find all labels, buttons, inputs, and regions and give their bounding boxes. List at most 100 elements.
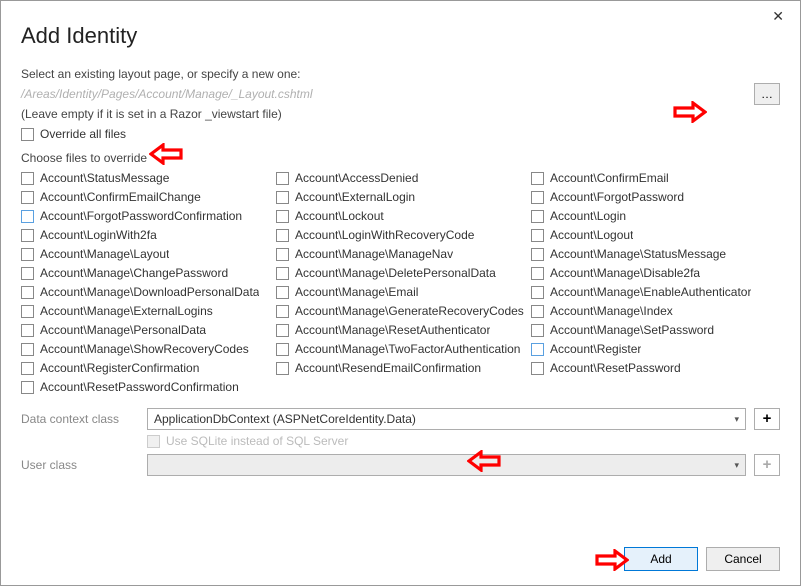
file-checkbox-row[interactable]: Account\Manage\ShowRecoveryCodes (21, 342, 270, 356)
chevron-down-icon: ▾ (734, 414, 739, 425)
file-checkbox[interactable] (21, 172, 34, 185)
file-checkbox[interactable] (276, 248, 289, 261)
file-checkbox-row[interactable]: Account\LoginWith2fa (21, 228, 270, 242)
override-all-row[interactable]: Override all files (21, 127, 780, 141)
file-checkbox[interactable] (531, 267, 544, 280)
file-label: Account\Manage\ExternalLogins (40, 304, 213, 318)
file-checkbox-row[interactable]: Account\Logout (531, 228, 780, 242)
close-button[interactable]: ✕ (766, 7, 790, 26)
file-checkbox[interactable] (21, 267, 34, 280)
file-checkbox[interactable] (276, 172, 289, 185)
add-data-context-button[interactable]: + (754, 408, 780, 430)
file-checkbox[interactable] (21, 362, 34, 375)
file-checkbox-row[interactable]: Account\ResetPasswordConfirmation (21, 380, 270, 394)
file-checkbox-row[interactable]: Account\Manage\ChangePassword (21, 266, 270, 280)
browse-button[interactable]: … (754, 83, 780, 105)
file-checkbox-row[interactable]: Account\Lockout (276, 209, 525, 223)
file-checkbox[interactable] (276, 191, 289, 204)
add-button[interactable]: Add (624, 547, 698, 571)
file-label: Account\Logout (550, 228, 633, 242)
file-checkbox-row[interactable]: Account\ResendEmailConfirmation (276, 361, 525, 375)
layout-path-input[interactable]: /Areas/Identity/Pages/Account/Manage/_La… (21, 85, 746, 103)
file-grid: Account\StatusMessage Account\AccessDenie… (21, 171, 780, 394)
file-label: Account\Register (550, 342, 641, 356)
file-checkbox[interactable] (531, 248, 544, 261)
file-checkbox-row[interactable]: Account\Manage\DownloadPersonalData (21, 285, 270, 299)
file-checkbox-row[interactable]: Account\ExternalLogin (276, 190, 525, 204)
file-label: Account\ForgotPassword (550, 190, 684, 204)
file-checkbox[interactable] (21, 229, 34, 242)
file-checkbox-row[interactable]: Account\RegisterConfirmation (21, 361, 270, 375)
file-label: Account\Login (550, 209, 626, 223)
file-checkbox-row[interactable]: Account\Manage\ResetAuthenticator (276, 323, 525, 337)
override-all-checkbox[interactable] (21, 128, 34, 141)
use-sqlite-label: Use SQLite instead of SQL Server (166, 434, 348, 448)
file-checkbox-row[interactable]: Account\Manage\TwoFactorAuthentication (276, 342, 525, 356)
file-checkbox-row[interactable]: Account\Manage\EnableAuthenticator (531, 285, 780, 299)
file-checkbox[interactable] (21, 324, 34, 337)
file-checkbox[interactable] (276, 210, 289, 223)
file-checkbox[interactable] (276, 324, 289, 337)
file-checkbox-row[interactable]: Account\Manage\SetPassword (531, 323, 780, 337)
file-label: Account\Manage\StatusMessage (550, 247, 726, 261)
file-checkbox-row[interactable]: Account\ForgotPasswordConfirmation (21, 209, 270, 223)
add-user-class-button: + (754, 454, 780, 476)
file-checkbox-row[interactable]: Account\ForgotPassword (531, 190, 780, 204)
file-checkbox-row[interactable]: Account\Manage\Index (531, 304, 780, 318)
file-checkbox-row[interactable]: Account\Manage\GenerateRecoveryCodes (276, 304, 525, 318)
layout-sub-hint: (Leave empty if it is set in a Razor _vi… (21, 107, 780, 121)
file-checkbox[interactable] (531, 286, 544, 299)
file-label: Account\Manage\DownloadPersonalData (40, 285, 259, 299)
file-checkbox[interactable] (21, 191, 34, 204)
file-checkbox-row[interactable]: Account\Manage\StatusMessage (531, 247, 780, 261)
data-context-combo[interactable]: ApplicationDbContext (ASPNetCoreIdentity… (147, 408, 746, 430)
file-checkbox[interactable] (531, 229, 544, 242)
file-checkbox-row[interactable]: Account\Login (531, 209, 780, 223)
file-checkbox-row[interactable]: Account\Manage\Layout (21, 247, 270, 261)
file-label: Account\AccessDenied (295, 171, 418, 185)
file-checkbox-row[interactable]: Account\Manage\PersonalData (21, 323, 270, 337)
cancel-button[interactable]: Cancel (706, 547, 780, 571)
file-checkbox-row[interactable]: Account\AccessDenied (276, 171, 525, 185)
file-checkbox-row[interactable]: Account\ConfirmEmail (531, 171, 780, 185)
file-checkbox-row[interactable]: Account\StatusMessage (21, 171, 270, 185)
file-checkbox[interactable] (21, 210, 34, 223)
file-checkbox-row[interactable]: Account\LoginWithRecoveryCode (276, 228, 525, 242)
file-checkbox[interactable] (21, 305, 34, 318)
file-label: Account\Manage\Email (295, 285, 418, 299)
file-label: Account\Manage\TwoFactorAuthentication (295, 342, 520, 356)
file-checkbox[interactable] (531, 172, 544, 185)
file-checkbox[interactable] (276, 229, 289, 242)
file-checkbox[interactable] (531, 343, 544, 356)
file-checkbox-row[interactable]: Account\Manage\DeletePersonalData (276, 266, 525, 280)
file-checkbox[interactable] (21, 381, 34, 394)
file-checkbox-row[interactable]: Account\Manage\Email (276, 285, 525, 299)
file-checkbox-row[interactable]: Account\ConfirmEmailChange (21, 190, 270, 204)
file-checkbox[interactable] (276, 343, 289, 356)
choose-files-label: Choose files to override (21, 151, 780, 165)
file-checkbox[interactable] (531, 191, 544, 204)
use-sqlite-row: Use SQLite instead of SQL Server (147, 434, 746, 448)
file-label: Account\ConfirmEmailChange (40, 190, 201, 204)
file-label: Account\RegisterConfirmation (40, 361, 199, 375)
file-checkbox-row[interactable]: Account\Manage\ExternalLogins (21, 304, 270, 318)
file-label: Account\Manage\SetPassword (550, 323, 714, 337)
file-checkbox-row[interactable]: Account\ResetPassword (531, 361, 780, 375)
file-checkbox[interactable] (531, 362, 544, 375)
file-label: Account\Manage\ShowRecoveryCodes (40, 342, 249, 356)
file-checkbox-row[interactable]: Account\Register (531, 342, 780, 356)
file-checkbox[interactable] (276, 362, 289, 375)
file-checkbox-row (531, 380, 780, 394)
file-checkbox[interactable] (276, 267, 289, 280)
file-checkbox[interactable] (21, 343, 34, 356)
file-checkbox[interactable] (21, 248, 34, 261)
file-checkbox[interactable] (276, 286, 289, 299)
file-checkbox[interactable] (531, 324, 544, 337)
file-checkbox-row[interactable]: Account\Manage\Disable2fa (531, 266, 780, 280)
file-checkbox[interactable] (531, 210, 544, 223)
file-checkbox[interactable] (531, 305, 544, 318)
file-label: Account\ConfirmEmail (550, 171, 669, 185)
file-checkbox-row[interactable]: Account\Manage\ManageNav (276, 247, 525, 261)
file-checkbox[interactable] (276, 305, 289, 318)
file-checkbox[interactable] (21, 286, 34, 299)
